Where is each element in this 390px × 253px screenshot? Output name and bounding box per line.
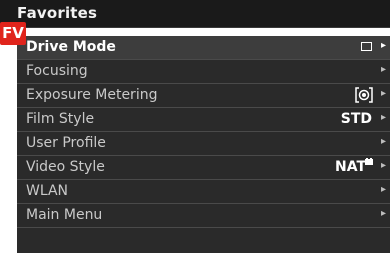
chevron-right-icon: ▸ <box>380 160 386 171</box>
menu-item-wlan[interactable]: WLAN ▸ <box>17 180 390 204</box>
favorites-badge: FV <box>0 22 26 45</box>
menu-item-label: User Profile <box>26 135 106 151</box>
menu-item-label: Drive Mode <box>26 39 116 55</box>
cine-superscript-icon <box>365 158 373 165</box>
chevron-right-icon: ▸ <box>380 136 386 147</box>
menu-list: Drive Mode ▸ Focusing ▸ Exposure Meterin… <box>17 36 390 253</box>
menu-item-label: Main Menu <box>26 207 103 223</box>
menu-item-exposure-metering[interactable]: Exposure Metering ▸ <box>17 84 390 108</box>
film-style-value: STD <box>340 111 372 127</box>
chevron-right-icon: ▸ <box>380 112 386 123</box>
menu-item-label: Video Style <box>26 159 105 175</box>
menu-title: Favorites <box>17 4 98 22</box>
chevron-right-icon: ▸ <box>380 40 386 51</box>
spot-metering-icon <box>355 87 373 103</box>
video-style-value: NAT <box>334 159 366 175</box>
menu-item-main-menu[interactable]: Main Menu ▸ <box>17 204 390 228</box>
chevron-right-icon: ▸ <box>380 64 386 75</box>
menu-item-drive-mode[interactable]: Drive Mode ▸ <box>17 36 390 60</box>
menu-header: Favorites <box>0 0 390 28</box>
menu-item-label: Film Style <box>26 111 95 127</box>
menu-item-label: Exposure Metering <box>26 87 158 103</box>
menu-item-focusing[interactable]: Focusing ▸ <box>17 60 390 84</box>
chevron-right-icon: ▸ <box>380 184 386 195</box>
menu-item-film-style[interactable]: Film Style STD ▸ <box>17 108 390 132</box>
menu-item-video-style[interactable]: Video Style NAT ▸ <box>17 156 390 180</box>
chevron-right-icon: ▸ <box>380 208 386 219</box>
menu-item-user-profile[interactable]: User Profile ▸ <box>17 132 390 156</box>
menu-item-label: Focusing <box>26 63 88 79</box>
chevron-right-icon: ▸ <box>380 88 386 99</box>
menu-item-label: WLAN <box>26 183 69 199</box>
single-frame-icon <box>361 42 372 51</box>
camera-menu-screen: Favorites FV Drive Mode ▸ Focusing ▸ Exp… <box>0 0 390 253</box>
